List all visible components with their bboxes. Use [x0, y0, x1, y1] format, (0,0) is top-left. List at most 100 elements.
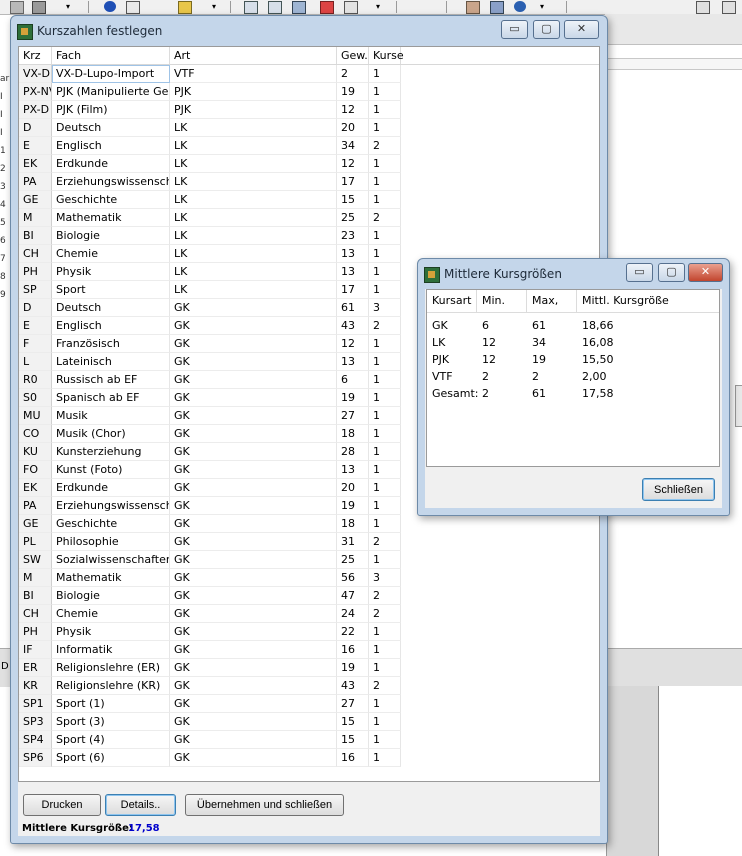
- cell-art[interactable]: LK: [170, 245, 337, 263]
- cell-kurse[interactable]: 1: [369, 65, 401, 83]
- table-row[interactable]: M Mathematik LK 25 2: [19, 209, 599, 227]
- cell-fach[interactable]: Erdkunde: [52, 479, 170, 497]
- cell-krz[interactable]: FO: [19, 461, 52, 479]
- cell-art[interactable]: GK: [170, 569, 337, 587]
- cell-gew[interactable]: 19: [337, 659, 369, 677]
- table-row[interactable]: IF Informatik GK 16 1: [19, 641, 599, 659]
- cell-art[interactable]: GK: [170, 407, 337, 425]
- table-icon[interactable]: [244, 1, 258, 14]
- cell-art[interactable]: GK: [170, 461, 337, 479]
- table-row[interactable]: PL Philosophie GK 31 2: [19, 533, 599, 551]
- info-icon[interactable]: [104, 1, 116, 12]
- cell-fach[interactable]: PJK (Manipulierte Gesundheit): [52, 83, 170, 101]
- cell-art[interactable]: GK: [170, 749, 337, 767]
- cell-art[interactable]: GK: [170, 425, 337, 443]
- column-header-art[interactable]: Art: [170, 47, 337, 64]
- dropdown-arrow-icon[interactable]: ▾: [66, 1, 74, 12]
- cell-kurse[interactable]: 2: [369, 209, 401, 227]
- cell-kurse[interactable]: 1: [369, 155, 401, 173]
- table-row[interactable]: PX-NVPJK (Manipulierte Gesundheit)PJK191: [19, 83, 599, 101]
- column-header-fach[interactable]: Fach: [52, 47, 170, 64]
- cell-kurse[interactable]: 1: [369, 713, 401, 731]
- cell-krz[interactable]: PX-D: [19, 101, 52, 119]
- cell-gew[interactable]: 47: [337, 587, 369, 605]
- cell-art[interactable]: LK: [170, 173, 337, 191]
- cell-krz[interactable]: VX-D: [19, 65, 52, 83]
- cell-kurse[interactable]: 1: [369, 227, 401, 245]
- cell-art[interactable]: LK: [170, 227, 337, 245]
- cell-krz[interactable]: D: [19, 299, 52, 317]
- cell-kurse[interactable]: 1: [369, 101, 401, 119]
- cell-krz[interactable]: MU: [19, 407, 52, 425]
- cell-krz[interactable]: BI: [19, 227, 52, 245]
- cell-krz[interactable]: PA: [19, 497, 52, 515]
- cell-fach[interactable]: Sport (6): [52, 749, 170, 767]
- cell-fach[interactable]: Chemie: [52, 245, 170, 263]
- cell-gew[interactable]: 31: [337, 533, 369, 551]
- cell-fach[interactable]: Geschichte: [52, 515, 170, 533]
- close-dialog-button[interactable]: Schließen: [642, 478, 715, 501]
- cell-gew[interactable]: 12: [337, 101, 369, 119]
- cell-gew[interactable]: 13: [337, 263, 369, 281]
- cell-gew[interactable]: 25: [337, 209, 369, 227]
- cell-krz[interactable]: PH: [19, 623, 52, 641]
- cell-kurse[interactable]: 3: [369, 299, 401, 317]
- cell-art[interactable]: GK: [170, 479, 337, 497]
- cell-fach[interactable]: Kunst (Foto): [52, 461, 170, 479]
- cell-krz[interactable]: D: [19, 119, 52, 137]
- cell-gew[interactable]: 25: [337, 551, 369, 569]
- title-bar[interactable]: Kurszahlen festlegen ▭ ▢ ✕: [11, 16, 607, 46]
- cell-fach[interactable]: Sport (1): [52, 695, 170, 713]
- table-row[interactable]: PH Physik GK 22 1: [19, 623, 599, 641]
- cell-fach[interactable]: Lateinisch: [52, 353, 170, 371]
- table-row[interactable]: Gesamt: 2 61 17,58: [427, 385, 719, 402]
- cell-gew[interactable]: 19: [337, 83, 369, 101]
- cell-gew[interactable]: 43: [337, 317, 369, 335]
- cell-gew[interactable]: 19: [337, 389, 369, 407]
- cell-art[interactable]: GK: [170, 623, 337, 641]
- cell-art[interactable]: GK: [170, 677, 337, 695]
- cell-gew[interactable]: 18: [337, 425, 369, 443]
- cell-art[interactable]: GK: [170, 713, 337, 731]
- cell-gew[interactable]: 27: [337, 407, 369, 425]
- table-row[interactable]: SP1 Sport (1) GK 27 1: [19, 695, 599, 713]
- cell-art[interactable]: VTF: [170, 65, 337, 83]
- details-button[interactable]: Details..: [105, 794, 176, 816]
- cell-art[interactable]: LK: [170, 191, 337, 209]
- cell-gew[interactable]: 12: [337, 335, 369, 353]
- dialog-title-bar[interactable]: Mittlere Kursgrößen ▭ ▢ ✕: [418, 259, 729, 289]
- cell-fach[interactable]: Chemie: [52, 605, 170, 623]
- cell-art[interactable]: GK: [170, 695, 337, 713]
- cell-kurse[interactable]: 1: [369, 353, 401, 371]
- cell-art[interactable]: GK: [170, 533, 337, 551]
- table-row[interactable]: BI Biologie LK 23 1: [19, 227, 599, 245]
- cell-gew[interactable]: 28: [337, 443, 369, 461]
- cell-kurse[interactable]: 1: [369, 281, 401, 299]
- cell-fach[interactable]: Physik: [52, 623, 170, 641]
- cell-fach[interactable]: Sport: [52, 281, 170, 299]
- dropdown-arrow-icon[interactable]: ▾: [212, 1, 220, 12]
- cell-krz[interactable]: SP6: [19, 749, 52, 767]
- cell-art[interactable]: LK: [170, 155, 337, 173]
- cell-kurse[interactable]: 1: [369, 497, 401, 515]
- cell-kurse[interactable]: 1: [369, 641, 401, 659]
- cell-kurse[interactable]: 1: [369, 749, 401, 767]
- table-row[interactable]: D Deutsch LK 20 1: [19, 119, 599, 137]
- cell-fach[interactable]: Englisch: [52, 137, 170, 155]
- calendar-icon[interactable]: [696, 1, 710, 14]
- cell-fach[interactable]: Biologie: [52, 227, 170, 245]
- cell-art[interactable]: GK: [170, 515, 337, 533]
- maximize-button[interactable]: ▢: [533, 20, 560, 39]
- cell-kurse[interactable]: 1: [369, 335, 401, 353]
- cell-krz[interactable]: PX-NV: [19, 83, 52, 101]
- cell-fach[interactable]: Mathematik: [52, 209, 170, 227]
- cell-krz[interactable]: CO: [19, 425, 52, 443]
- cell-kurse[interactable]: 1: [369, 119, 401, 137]
- cell-krz[interactable]: R0: [19, 371, 52, 389]
- cell-art[interactable]: GK: [170, 551, 337, 569]
- column-header-max[interactable]: Max,: [527, 290, 577, 312]
- cell-fach[interactable]: Russisch ab EF: [52, 371, 170, 389]
- cell-krz[interactable]: F: [19, 335, 52, 353]
- cell-gew[interactable]: 2: [337, 65, 369, 83]
- export-icon[interactable]: [268, 1, 282, 14]
